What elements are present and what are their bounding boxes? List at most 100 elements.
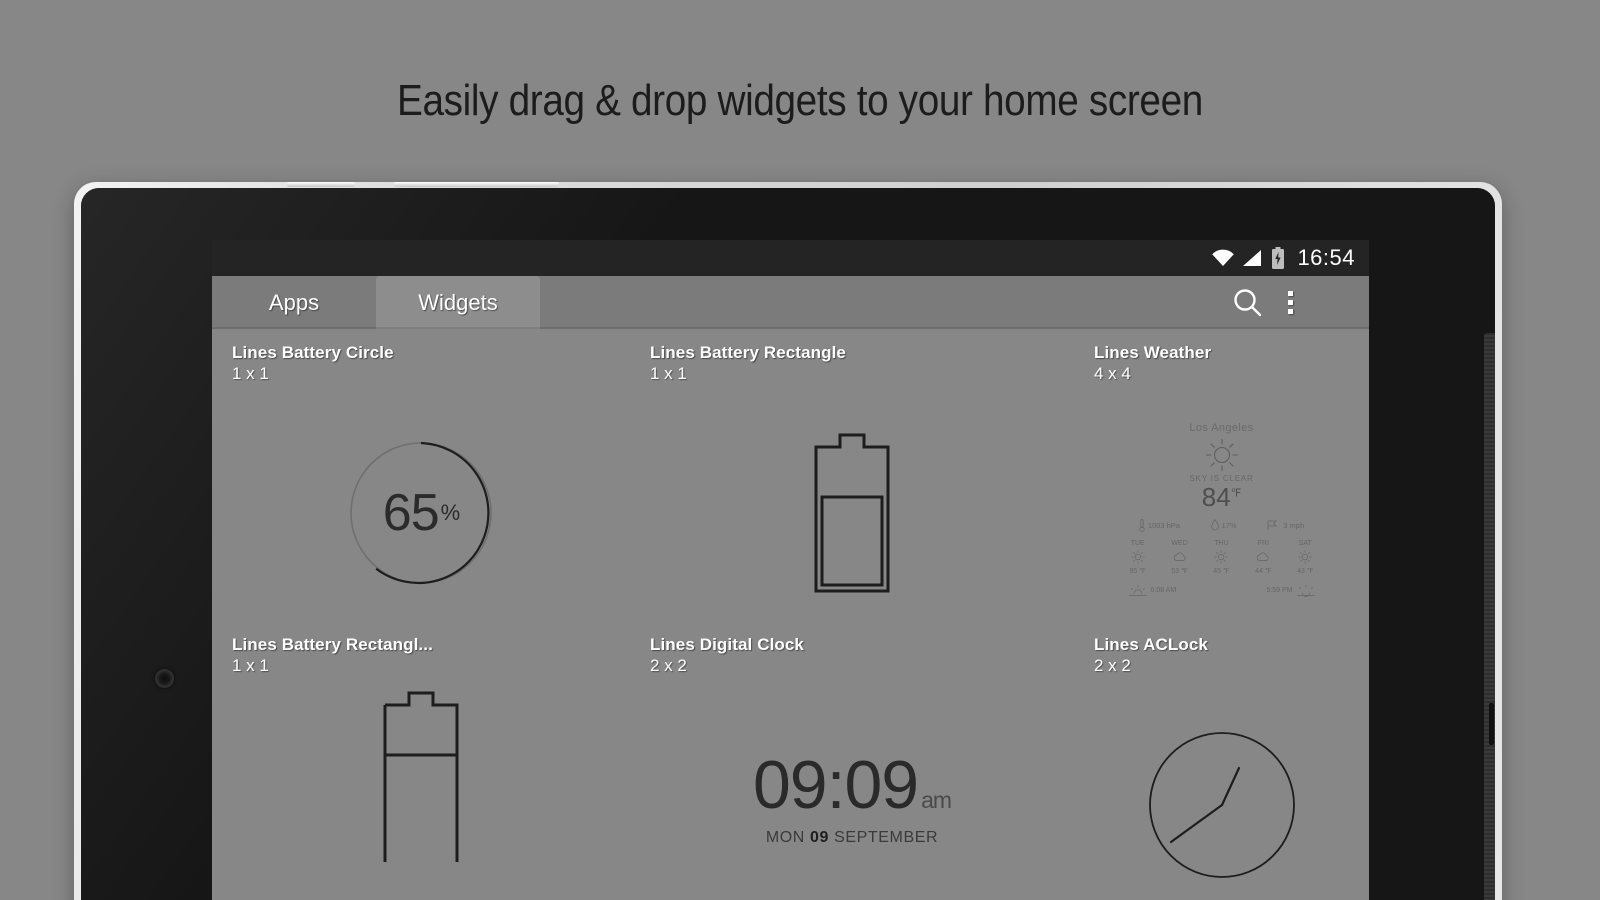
cloud-icon	[1173, 552, 1186, 561]
widget-title: Lines Digital Clock	[650, 635, 804, 654]
device-screen: 16:54 Apps Widgets Lines Battery Circle …	[212, 240, 1369, 900]
sun-icon	[1131, 549, 1145, 564]
widget-preview-battery-circle: 65%	[212, 391, 630, 635]
search-icon[interactable]	[1230, 285, 1266, 321]
battery-circle-value: 65%	[348, 440, 494, 586]
widget-item[interactable]: Lines Digital Clock 2 x 2 09:09 am MON 09	[630, 635, 1074, 900]
forecast-day-label: WED	[1171, 539, 1188, 547]
status-bar-icons	[1211, 247, 1285, 269]
widget-size: 4 x 4	[1094, 364, 1131, 383]
sun-icon	[1298, 549, 1312, 564]
widget-size: 1 x 1	[232, 656, 269, 675]
weather-sunrise-time: 6:08 AM	[1150, 586, 1177, 594]
weather-wind-value: 3 mph	[1283, 520, 1305, 530]
widget-grid: Lines Battery Circle 1 x 1 65% Lines Bat…	[212, 329, 1369, 900]
wind-flag-icon	[1267, 520, 1278, 530]
thermometer-icon	[1139, 518, 1145, 532]
device-top-strip-right	[394, 182, 559, 187]
widget-title: Lines Weather	[1094, 343, 1212, 362]
forecast-day-temp: 53 ℉	[1171, 567, 1188, 575]
tab-apps[interactable]: Apps	[212, 276, 376, 329]
weather-city: Los Angeles	[1189, 421, 1254, 434]
tab-bar-divider	[212, 327, 1369, 329]
weather-condition-icon	[1124, 438, 1320, 472]
device-bezel: 16:54 Apps Widgets Lines Battery Circle …	[81, 188, 1495, 900]
widget-size: 1 x 1	[232, 364, 269, 383]
widget-item[interactable]: Lines Weather 4 x 4 Los Angeles SKY IS C…	[1074, 343, 1369, 635]
widget-title: Lines Battery Rectangle	[650, 343, 846, 362]
battery-circle-unit: %	[440, 500, 461, 525]
weather-wind: 3 mph	[1267, 520, 1304, 531]
widget-size: 2 x 2	[650, 656, 687, 675]
weather-temp-value: 84	[1201, 481, 1231, 512]
weather-humidity-value: 17%	[1221, 520, 1237, 530]
status-bar: 16:54	[212, 240, 1369, 276]
digital-clock-time: 09:09 am	[753, 751, 952, 819]
weather-stats: 1003 hPa 17% 3 mph	[1124, 518, 1320, 532]
widget-item[interactable]: Lines Battery Rectangl... 1 x 1	[212, 635, 630, 900]
forecast-day: TUE 95 ℉	[1130, 540, 1146, 575]
tab-bar: Apps Widgets	[212, 276, 1369, 329]
weather-humidity: 17%	[1210, 519, 1237, 531]
sunrise-icon	[1128, 584, 1147, 596]
digital-clock-hhmm: 09:09	[752, 747, 919, 823]
digital-clock-ampm: am	[921, 787, 952, 813]
widget-item[interactable]: Lines Battery Circle 1 x 1 65%	[212, 343, 630, 635]
widget-title: Lines ACLock	[1094, 635, 1208, 654]
widget-size: 2 x 2	[1094, 656, 1131, 675]
promo-headline: Easily drag & drop widgets to your home …	[397, 76, 1203, 125]
weather-temperature: 84℉	[1124, 484, 1320, 510]
digital-clock-date: MON 09 SEPTEMBER	[753, 829, 951, 847]
status-bar-clock: 16:54	[1297, 245, 1355, 270]
forecast-day: FRI 44 ℉	[1255, 540, 1271, 575]
widget-preview-weather: Los Angeles SKY IS CLEAR 84℉ 1003 hPa 17…	[1074, 391, 1369, 635]
overflow-menu-icon[interactable]	[1288, 291, 1293, 314]
weather-temp-unit: ℉	[1230, 486, 1242, 499]
widget-title: Lines Battery Rectangl...	[232, 635, 433, 654]
forecast-day: SAT 43 ℉	[1297, 540, 1313, 575]
digital-clock-month: SEPTEMBER	[834, 829, 939, 846]
weather-pressure-value: 1003 hPa	[1147, 520, 1180, 530]
weather-sun-times: 6:08 AM 5:59 PM	[1124, 584, 1320, 597]
widget-item[interactable]: Lines ACLock 2 x 2	[1074, 635, 1369, 900]
widget-size: 1 x 1	[650, 364, 687, 383]
forecast-day-temp: 45 ℉	[1213, 567, 1230, 575]
device-top-strip-left	[287, 182, 355, 187]
forecast-day: THU 45 ℉	[1213, 540, 1229, 575]
digital-clock-weekday: MON	[765, 829, 805, 846]
cloud-icon	[1257, 552, 1269, 561]
weather-forecast: TUE 95 ℉ WED 53 ℉ THU 45 ℉ FRI 44 ℉ SAT …	[1124, 540, 1320, 575]
forecast-day-temp: 44 ℉	[1255, 567, 1272, 575]
forecast-day-temp: 43 ℉	[1297, 567, 1314, 575]
widget-preview-battery-rectangle	[630, 391, 1074, 635]
wifi-icon	[1211, 249, 1235, 267]
weather-pressure: 1003 hPa	[1139, 518, 1180, 532]
weather-sunrise: 6:08 AM	[1128, 584, 1177, 597]
screenshot-root: Easily drag & drop widgets to your home …	[0, 0, 1600, 900]
forecast-day-temp: 95 ℉	[1129, 567, 1146, 575]
device-side-rim	[1484, 333, 1495, 900]
forecast-day-label: SAT	[1298, 539, 1312, 547]
battery-charging-icon	[1271, 247, 1285, 269]
tablet-device: 16:54 Apps Widgets Lines Battery Circle …	[74, 182, 1502, 900]
forecast-day-label: THU	[1214, 539, 1229, 547]
weather-sunset-time: 5:59 PM	[1266, 586, 1293, 594]
widget-preview-digital-clock: 09:09 am MON 09 SEPTEMBER	[630, 683, 1074, 900]
cellular-signal-icon	[1242, 249, 1264, 267]
droplet-icon	[1210, 519, 1219, 531]
widget-preview-analog-clock	[1074, 683, 1369, 900]
tab-widgets[interactable]: Widgets	[376, 276, 540, 329]
widget-item[interactable]: Lines Battery Rectangle 1 x 1	[630, 343, 1074, 635]
weather-sunset: 5:59 PM	[1266, 584, 1315, 597]
forecast-day-label: TUE	[1130, 539, 1145, 547]
battery-circle-number: 65	[382, 484, 440, 542]
widget-title: Lines Battery Circle	[232, 343, 394, 362]
sunset-icon	[1296, 584, 1315, 597]
sun-icon	[1214, 549, 1229, 564]
widget-preview-battery-rectangle-outline	[212, 687, 630, 900]
digital-clock-day: 09	[810, 829, 830, 846]
forecast-day: WED 53 ℉	[1171, 540, 1187, 575]
front-camera-icon	[155, 669, 174, 688]
device-power-button[interactable]	[1489, 703, 1494, 745]
forecast-day-label: FRI	[1257, 539, 1270, 547]
